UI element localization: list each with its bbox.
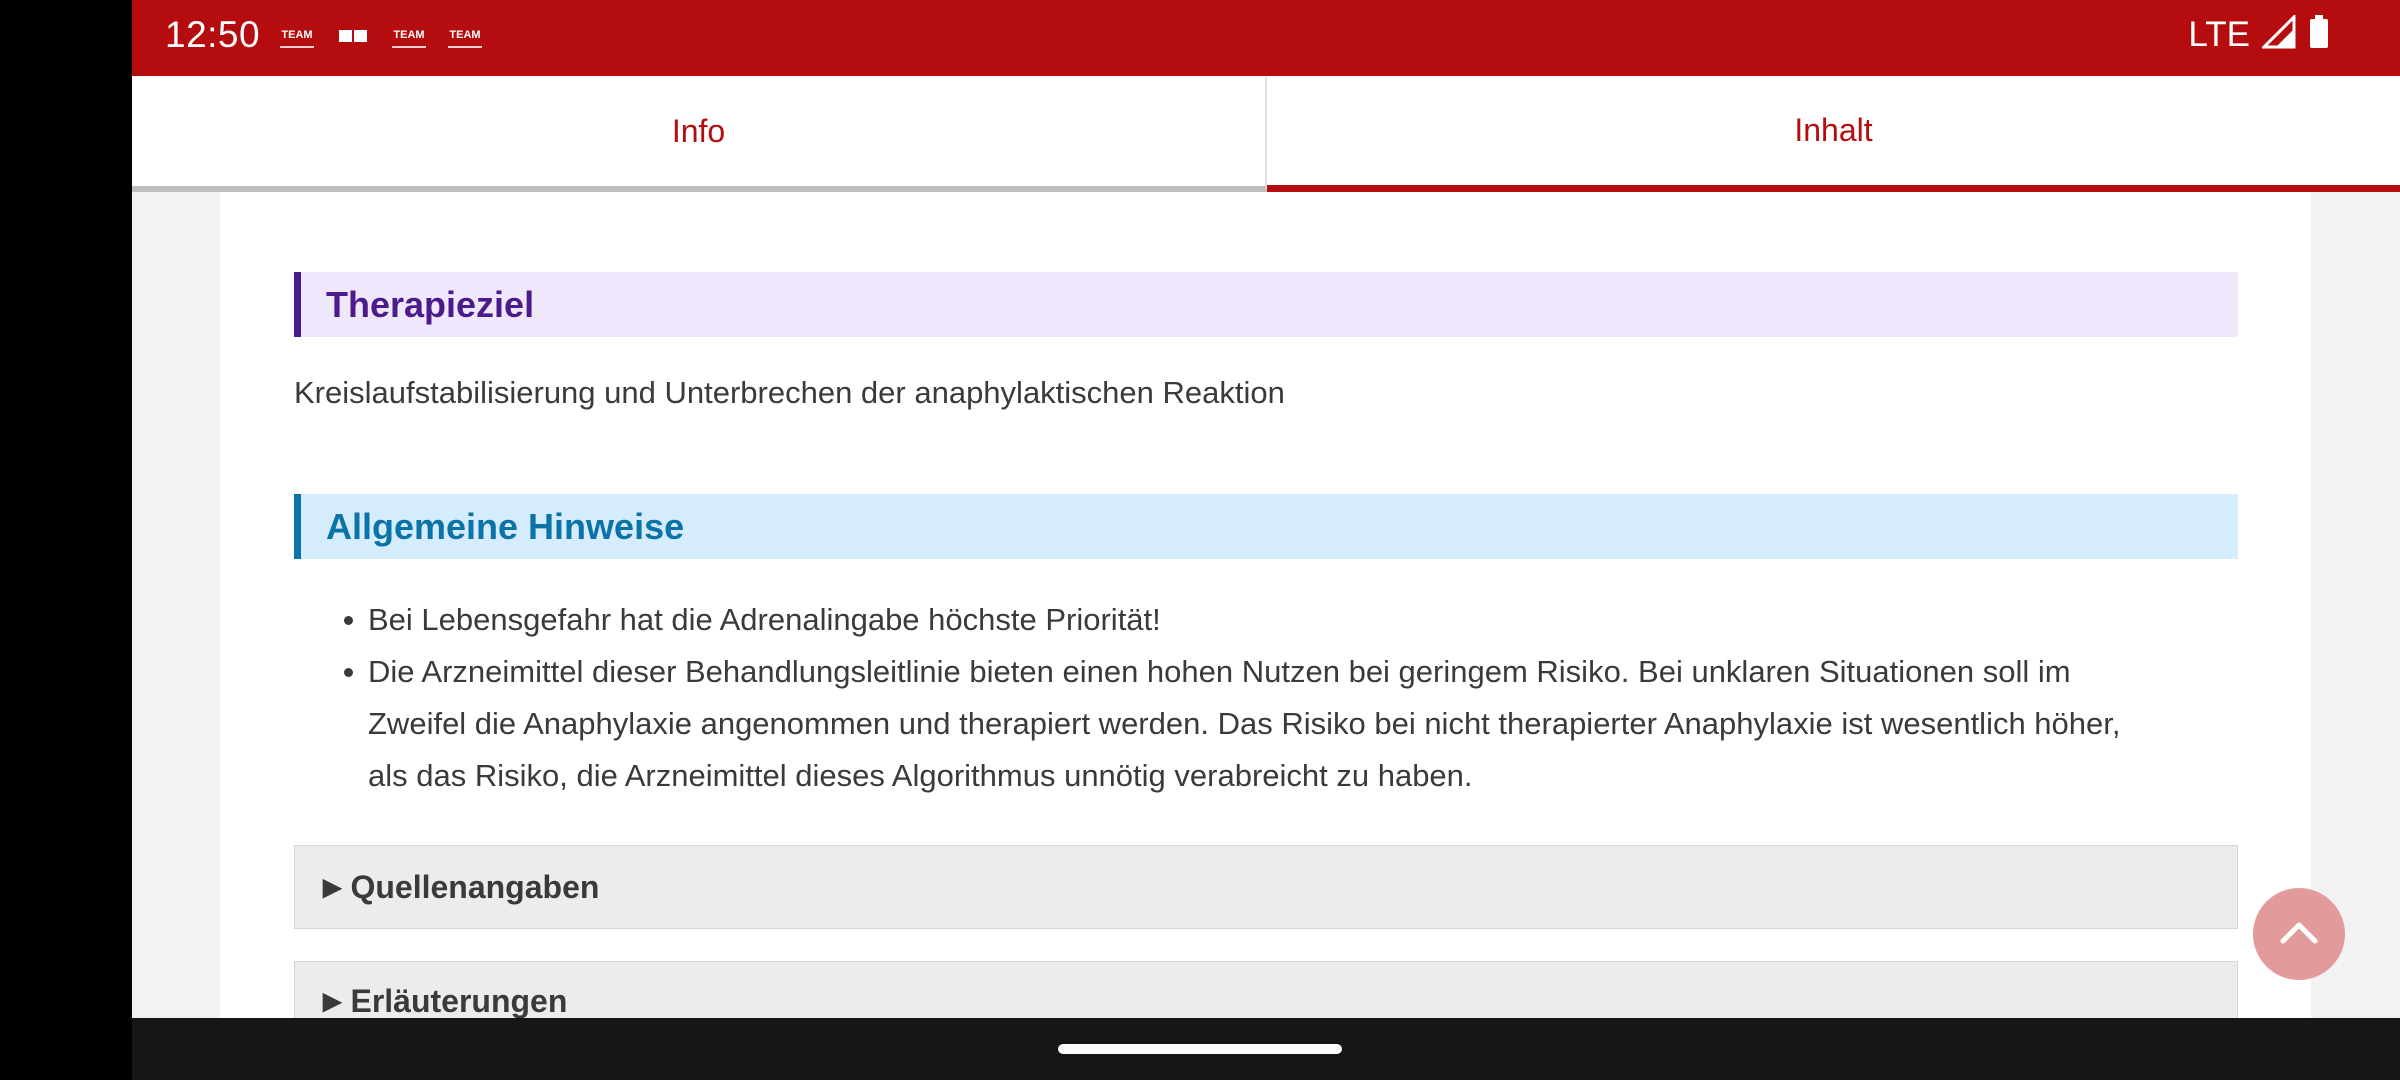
- tab-inhalt[interactable]: Inhalt: [1267, 76, 2400, 192]
- therapieziel-text: Kreislaufstabilisierung und Unterbrechen…: [294, 375, 1285, 410]
- app-screen: 12:50 TEAM TEAM TEAM LTE Info Inhalt The…: [132, 0, 2400, 1080]
- list-item: Die Arzneimittel dieser Behandlungsleitl…: [294, 646, 2154, 802]
- collapsible-label: Erläuterungen: [350, 982, 568, 1019]
- home-gesture-handle[interactable]: [1058, 1044, 1342, 1054]
- signal-icon: [2260, 13, 2296, 54]
- team-icon: TEAM: [280, 24, 314, 48]
- battery-icon: [2308, 14, 2330, 55]
- tab-info[interactable]: Info: [132, 76, 1267, 192]
- network-type: LTE: [2188, 14, 2250, 54]
- team-icon: TEAM: [448, 24, 482, 48]
- list-item: Bei Lebensgefahr hat die Adrenalingabe h…: [294, 594, 2154, 646]
- collapsible-quellenangaben[interactable]: ▶ Quellenangaben: [294, 845, 2238, 929]
- section-heading-hinweise: Allgemeine Hinweise: [294, 494, 2238, 559]
- triangle-right-icon: ▶: [323, 987, 342, 1015]
- tab-inhalt-label: Inhalt: [1794, 112, 1873, 148]
- navigation-bar: [132, 1018, 2400, 1080]
- collapsible-label: Quellenangaben: [350, 868, 600, 905]
- team-icon: TEAM: [392, 24, 426, 48]
- scroll-to-top-button[interactable]: [2253, 888, 2345, 980]
- book-icon: [336, 24, 370, 48]
- status-indicators: LTE: [2188, 13, 2330, 55]
- status-time: 12:50: [165, 14, 261, 55]
- triangle-right-icon: ▶: [323, 873, 342, 901]
- tab-info-label: Info: [671, 112, 726, 149]
- section-heading-therapieziel: Therapieziel: [294, 272, 2238, 337]
- screen-edge: [0, 0, 132, 1080]
- chevron-up-icon: [2279, 919, 2319, 950]
- notification-icons: TEAM TEAM TEAM: [280, 24, 482, 48]
- status-bar: 12:50 TEAM TEAM TEAM LTE: [132, 0, 2400, 76]
- hinweise-list: Bei Lebensgefahr hat die Adrenalingabe h…: [294, 594, 2154, 802]
- content-card: Therapieziel Kreislaufstabilisierung und…: [220, 192, 2311, 1041]
- tab-bar: Info Inhalt: [132, 76, 2400, 192]
